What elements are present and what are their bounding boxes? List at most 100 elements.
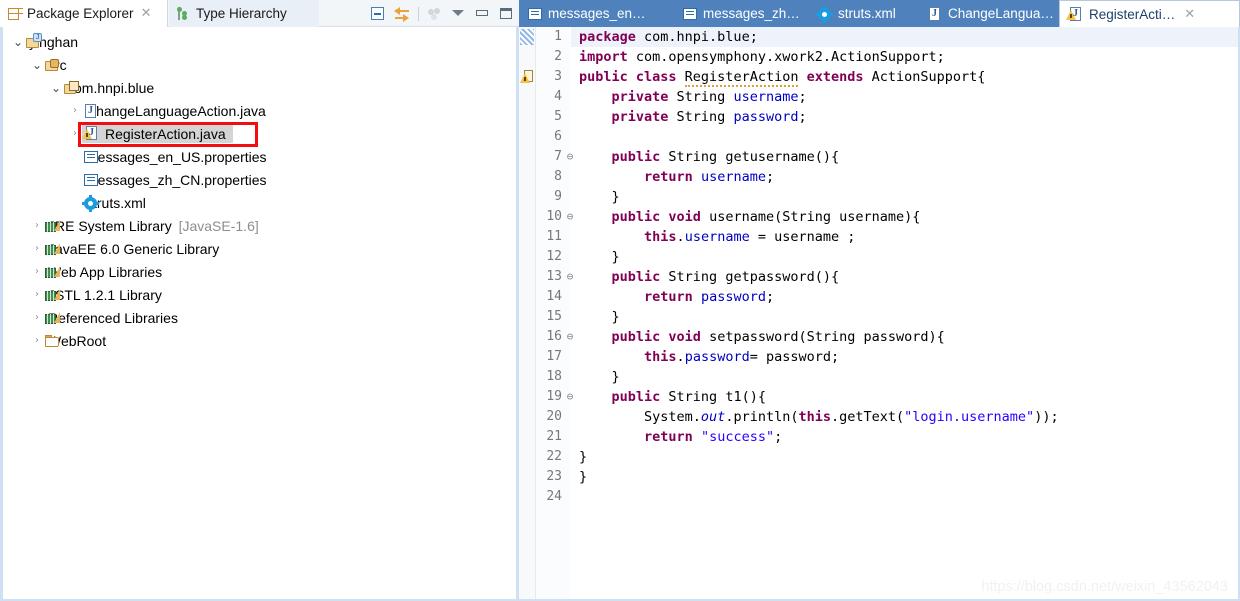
code-line[interactable]: 1 package com.hnpi.blue;: [519, 27, 1238, 47]
editor-tab-registeracti-[interactable]: RegisterActi… ✕: [1059, 0, 1240, 27]
code-line[interactable]: 18 }: [519, 367, 1238, 387]
chevron-down-icon[interactable]: [450, 5, 467, 22]
tree-item-changelanguageaction-java[interactable]: › ChangeLanguageAction.java: [3, 99, 517, 122]
editor-tab-messages-zh-[interactable]: messages_zh…: [674, 0, 809, 27]
link-with-editor-icon[interactable]: [394, 5, 411, 22]
java-source-editor[interactable]: 1 package com.hnpi.blue; 2 import com.opens…: [519, 27, 1240, 601]
code-line[interactable]: 24: [519, 487, 1238, 507]
code-line[interactable]: 16 ⊖ public void setpassword(String passw…: [519, 327, 1238, 347]
package-explorer-view: Package Explorer ✕ Type Hierarchy ⌄ yingh…: [0, 0, 519, 601]
chevron-right-icon[interactable]: ›: [30, 312, 44, 323]
tree-item-messages-en-us-properties[interactable]: messages_en_US.properties: [3, 145, 517, 168]
editor-tab-changelangua-[interactable]: ChangeLangua…: [919, 0, 1059, 27]
code-line[interactable]: 11 this.username = username ;: [519, 227, 1238, 247]
code-line-text: System.out.println(this.getText("login.u…: [579, 407, 1059, 427]
fold-toggle-icon[interactable]: ⊖: [564, 327, 576, 347]
view-menu-icon[interactable]: [426, 5, 443, 22]
code-line[interactable]: 17 this.password= password;: [519, 347, 1238, 367]
code-token: String: [676, 109, 734, 125]
fold-toggle-icon[interactable]: ⊖: [564, 267, 576, 287]
code-line-text: }: [579, 367, 620, 387]
tree-item-jstl-1-2-1-library[interactable]: › JSTL 1.2.1 Library: [3, 283, 517, 306]
close-icon[interactable]: ✕: [141, 7, 152, 20]
chevron-right-icon[interactable]: ›: [30, 243, 44, 254]
tree-item-web-app-libraries[interactable]: › Web App Libraries: [3, 260, 517, 283]
code-token: this: [798, 409, 831, 425]
code-line[interactable]: 21 return "success";: [519, 427, 1238, 447]
collapse-all-icon[interactable]: [370, 5, 387, 22]
xml-config-icon: [816, 5, 833, 23]
code-line[interactable]: 2 import com.opensymphony.xwork2.ActionSu…: [519, 47, 1238, 67]
code-line-text: }: [579, 447, 587, 467]
code-line[interactable]: 14 return password;: [519, 287, 1238, 307]
line-number: 12: [546, 249, 562, 264]
chevron-right-icon[interactable]: ›: [68, 128, 82, 139]
code-token: public void: [611, 329, 710, 345]
code-token: password: [733, 109, 799, 125]
tree-item-com-hnpi-blue[interactable]: ⌄ com.hnpi.blue: [3, 76, 517, 99]
code-line[interactable]: 12 }: [519, 247, 1238, 267]
tree-item-src[interactable]: ⌄ src: [3, 53, 517, 76]
code-token: setpassword(String password){: [709, 329, 945, 345]
tab-package-explorer[interactable]: Package Explorer ✕: [0, 0, 168, 27]
chevron-right-icon[interactable]: ›: [30, 289, 44, 300]
code-line-text: import com.opensymphony.xwork2.ActionSup…: [579, 47, 945, 67]
code-line[interactable]: 22}: [519, 447, 1238, 467]
code-token: public class: [579, 69, 685, 85]
fold-toggle-icon[interactable]: ⊖: [564, 387, 576, 407]
code-line[interactable]: 6: [519, 127, 1238, 147]
code-line[interactable]: 9 }: [519, 187, 1238, 207]
warning-marker-icon[interactable]: [520, 70, 535, 85]
code-line-text: public String t1(){: [579, 387, 766, 407]
project-tree-panel[interactable]: ⌄ yinghan ⌄ src ⌄ com.hnpi.blue › ChangeLanguag…: [0, 27, 519, 601]
chevron-down-icon[interactable]: ⌄: [30, 59, 44, 71]
code-line[interactable]: 7 ⊖ public String getusername(){: [519, 147, 1238, 167]
maximize-icon[interactable]: [498, 5, 515, 22]
code-line[interactable]: 19 ⊖ public String t1(){: [519, 387, 1238, 407]
tree-item-struts-xml[interactable]: struts.xml: [3, 191, 517, 214]
tree-item-referenced-libraries[interactable]: › Referenced Libraries: [3, 306, 517, 329]
minimize-icon[interactable]: [474, 5, 491, 22]
fold-toggle-icon[interactable]: ⊖: [564, 147, 576, 167]
tree-item-messages-zh-cn-properties[interactable]: messages_zh_CN.properties: [3, 168, 517, 191]
tree-item-content: JRE System Library [JavaSE-1.6]: [44, 218, 262, 234]
code-token: return: [644, 169, 701, 185]
line-number: 22: [546, 449, 562, 464]
code-line[interactable]: 13 ⊖ public String getpassword(){: [519, 267, 1238, 287]
chevron-down-icon[interactable]: ⌄: [11, 36, 25, 48]
line-number: 13: [546, 269, 562, 284]
line-number: 9: [554, 189, 562, 204]
code-line[interactable]: 10 ⊖ public void username(String username…: [519, 207, 1238, 227]
tree-item-yinghan[interactable]: ⌄ yinghan: [3, 30, 517, 53]
chevron-right-icon[interactable]: ›: [30, 220, 44, 231]
code-line[interactable]: 8 return username;: [519, 167, 1238, 187]
editor-tab-struts-xml[interactable]: struts.xml: [809, 0, 919, 27]
code-token: password: [684, 349, 750, 365]
code-line[interactable]: 3 public class RegisterAction extends Act…: [519, 67, 1238, 87]
tree-item-jre-system-library[interactable]: › JRE System Library [JavaSE-1.6]: [3, 214, 517, 237]
code-line-text: this.username = username ;: [579, 227, 855, 247]
code-line[interactable]: 5 private String password;: [519, 107, 1238, 127]
fold-toggle-icon[interactable]: ⊖: [564, 207, 576, 227]
code-token: System.: [579, 409, 701, 425]
tree-item-registeraction-java[interactable]: › RegisterAction.java: [3, 122, 517, 145]
code-line[interactable]: 15 }: [519, 307, 1238, 327]
code-text[interactable]: 1 package com.hnpi.blue; 2 import com.opens…: [519, 27, 1238, 599]
line-number: 14: [546, 289, 562, 304]
chevron-right-icon[interactable]: ›: [30, 335, 44, 346]
tree-item-javaee-6-0-generic-library[interactable]: › JavaEE 6.0 Generic Library: [3, 237, 517, 260]
chevron-right-icon[interactable]: ›: [68, 105, 82, 116]
code-line[interactable]: 20 System.out.println(this.getText("logi…: [519, 407, 1238, 427]
chevron-right-icon[interactable]: ›: [30, 266, 44, 277]
close-icon[interactable]: ✕: [1184, 8, 1195, 21]
tree-item-webroot[interactable]: › WebRoot: [3, 329, 517, 352]
line-number: 2: [554, 49, 562, 64]
editor-tab-messages-en-[interactable]: messages_en…: [519, 0, 674, 27]
tab-type-hierarchy[interactable]: Type Hierarchy: [169, 0, 319, 27]
code-line[interactable]: 23}: [519, 467, 1238, 487]
code-token: "success": [700, 429, 775, 445]
code-line[interactable]: 4 private String username;: [519, 87, 1238, 107]
chevron-down-icon[interactable]: ⌄: [49, 82, 63, 94]
